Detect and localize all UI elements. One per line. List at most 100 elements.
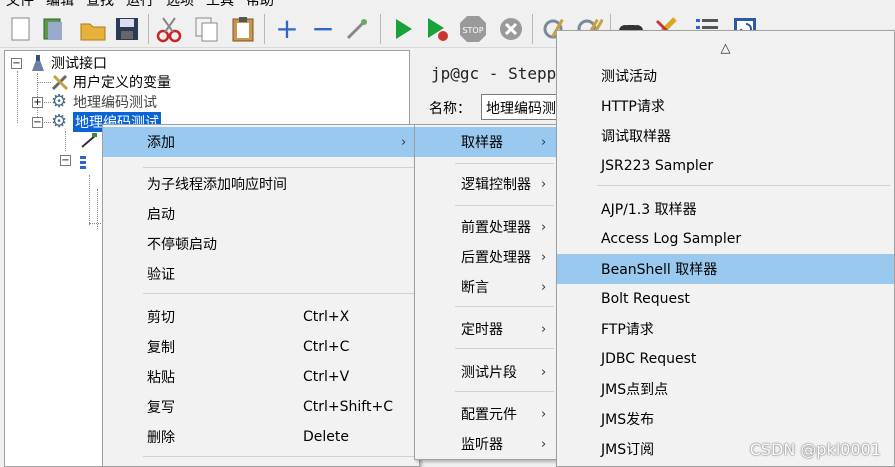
menu-item-start[interactable]: 启动 xyxy=(103,199,419,229)
submenu-item-pre-processor[interactable]: 前置处理器 › xyxy=(415,212,558,242)
new-icon[interactable] xyxy=(6,14,36,44)
menu-item-shortcut: Ctrl+Shift+C xyxy=(303,399,393,415)
tree-node-thread-group-1[interactable]: ⚙ 地理编码测试 xyxy=(51,92,157,112)
menu-item-paste[interactable]: 粘贴 Ctrl+V xyxy=(103,362,419,392)
element-title: jp@gc - Stepp xyxy=(431,64,557,83)
sampler-item-access-log[interactable]: Access Log Sampler xyxy=(557,224,894,254)
submenu-item-assertion[interactable]: 断言 › xyxy=(415,272,558,302)
menu-item-label: 复制 xyxy=(147,340,175,356)
menu-item-duplicate[interactable]: 复写 Ctrl+Shift+C xyxy=(103,392,419,422)
save-icon[interactable] xyxy=(112,14,142,44)
menu-item-shortcut: Delete xyxy=(303,429,349,445)
menu-item-label: 前置处理器 xyxy=(461,220,531,236)
chevron-right-icon: › xyxy=(541,219,547,235)
tree-node-root[interactable]: 测试接口 xyxy=(29,53,107,73)
sampler-item-jms-publish[interactable]: JMS发布 xyxy=(557,404,894,434)
menu-item-label: 添加 xyxy=(147,135,175,151)
sampler-item-jsr223[interactable]: JSR223 Sampler xyxy=(557,151,894,181)
menu-item-label: FTP请求 xyxy=(601,322,654,338)
menu-item-label: 定时器 xyxy=(461,322,503,338)
menu-item-label: JDBC Request xyxy=(601,351,697,367)
add-submenu: 取样器 › 逻辑控制器 › 前置处理器 › 后置处理器 › 断言 › 定时器 ›… xyxy=(414,124,559,460)
controller-icon xyxy=(77,152,91,172)
menu-item-copy[interactable]: 复制 Ctrl+C xyxy=(103,332,419,362)
context-menu: 添加 › 为子线程添加响应时间 启动 不停顿启动 验证 剪切 Ctrl+X 复制… xyxy=(102,124,420,467)
menu-item-label: 监听器 xyxy=(461,437,503,453)
sampler-item-ajp[interactable]: AJP/1.3 取样器 xyxy=(557,194,894,224)
svg-text:STOP: STOP xyxy=(462,26,483,35)
menu-item-label: 后置处理器 xyxy=(461,250,531,266)
menu-item-shortcut: Ctrl+C xyxy=(303,339,350,355)
stop-icon[interactable]: STOP xyxy=(458,14,488,44)
menu-item-label: 粘贴 xyxy=(147,370,175,386)
collapse-toggle[interactable]: − xyxy=(11,58,22,69)
start-no-pause-icon[interactable] xyxy=(422,14,452,44)
expand-toggle[interactable]: + xyxy=(32,97,43,108)
menu-item-label: 为子线程添加响应时间 xyxy=(147,177,287,193)
menu-item-label: 逻辑控制器 xyxy=(461,177,531,193)
menu-item-label: 验证 xyxy=(147,267,175,283)
menu-item-add-response-time[interactable]: 为子线程添加响应时间 xyxy=(103,169,419,199)
sampler-item-ftp[interactable]: FTP请求 xyxy=(557,314,894,344)
chevron-right-icon: › xyxy=(541,406,547,422)
menu-item-label: JMS发布 xyxy=(601,412,655,428)
collapse-icon[interactable]: − xyxy=(308,14,338,44)
menu-item-add[interactable]: 添加 › xyxy=(103,127,419,157)
menu-item-label: 删除 xyxy=(147,430,175,446)
menu-item-label: Bolt Request xyxy=(601,291,690,307)
sampler-item-test-action[interactable]: 测试活动 xyxy=(557,61,894,91)
shutdown-icon[interactable] xyxy=(496,14,526,44)
menu-item-label: AJP/1.3 取样器 xyxy=(601,202,697,218)
sampler-item-jdbc[interactable]: JDBC Request xyxy=(557,344,894,374)
collapse-toggle[interactable]: − xyxy=(60,155,71,166)
sampler-item-bolt[interactable]: Bolt Request xyxy=(557,284,894,314)
menu-item-delete[interactable]: 删除 Delete xyxy=(103,422,419,452)
menu-item-shortcut: Ctrl+V xyxy=(303,369,350,385)
submenu-item-timer[interactable]: 定时器 › xyxy=(415,314,558,344)
menu-item-label: HTTP请求 xyxy=(601,99,665,115)
submenu-item-test-fragment[interactable]: 测试片段 › xyxy=(415,357,558,387)
tree-node-label: 用户定义的变量 xyxy=(73,75,171,91)
tree-node-label: 测试接口 xyxy=(51,56,107,72)
chevron-right-icon: › xyxy=(541,279,547,295)
expand-icon[interactable]: + xyxy=(272,14,302,44)
menu-item-label: 启动 xyxy=(147,207,175,223)
menu-item-label: JSR223 Sampler xyxy=(601,158,714,174)
collapse-toggle[interactable]: − xyxy=(32,117,43,128)
submenu-item-sampler[interactable]: 取样器 › xyxy=(415,127,558,157)
name-label: 名称： xyxy=(429,101,471,117)
sampler-item-debug[interactable]: 调试取样器 xyxy=(557,121,894,151)
menu-item-label: 剪切 xyxy=(147,310,175,326)
chevron-right-icon: › xyxy=(541,249,547,265)
chevron-right-icon: › xyxy=(541,176,547,192)
gear-icon: ⚙ xyxy=(51,111,68,132)
pipette-icon xyxy=(79,131,99,151)
menu-item-label: JMS订阅 xyxy=(601,442,655,458)
sampler-item-jms-p2p[interactable]: JMS点到点 xyxy=(557,374,894,404)
scroll-up-arrow-icon[interactable]: △ xyxy=(557,31,894,65)
copy-icon[interactable] xyxy=(192,14,222,44)
toggle-icon[interactable] xyxy=(342,14,372,44)
paste-icon[interactable] xyxy=(228,14,258,44)
submenu-item-logic-controller[interactable]: 逻辑控制器 › xyxy=(415,169,558,199)
start-icon[interactable] xyxy=(388,14,418,44)
menu-item-validate[interactable]: 验证 xyxy=(103,259,419,289)
sampler-submenu: △ 测试活动 HTTP请求 调试取样器 JSR223 Sampler AJP/1… xyxy=(556,30,895,467)
submenu-item-post-processor[interactable]: 后置处理器 › xyxy=(415,242,558,272)
submenu-item-listener[interactable]: 监听器 › xyxy=(415,429,558,459)
menu-item-label: 断言 xyxy=(461,280,489,296)
tree-node-label: 地理编码测试 xyxy=(73,95,157,111)
menu-item-label: BeanShell 取样器 xyxy=(601,262,718,278)
templates-icon[interactable] xyxy=(38,14,68,44)
open-icon[interactable] xyxy=(78,14,108,44)
sampler-item-beanshell[interactable]: BeanShell 取样器 xyxy=(557,254,894,284)
chevron-right-icon: › xyxy=(401,134,407,150)
cut-icon[interactable] xyxy=(154,14,184,44)
menu-item-start-no-pause[interactable]: 不停顿启动 xyxy=(103,229,419,259)
sampler-item-http-request[interactable]: HTTP请求 xyxy=(557,91,894,121)
menu-item-label: 取样器 xyxy=(461,135,503,151)
tree-node-user-vars[interactable]: 用户定义的变量 xyxy=(51,72,171,92)
submenu-item-config-element[interactable]: 配置元件 › xyxy=(415,399,558,429)
menu-item-cut[interactable]: 剪切 Ctrl+X xyxy=(103,302,419,332)
jmeter-window: 文件 编辑 查找 运行 选项 工具 帮助 + − xyxy=(0,0,895,467)
